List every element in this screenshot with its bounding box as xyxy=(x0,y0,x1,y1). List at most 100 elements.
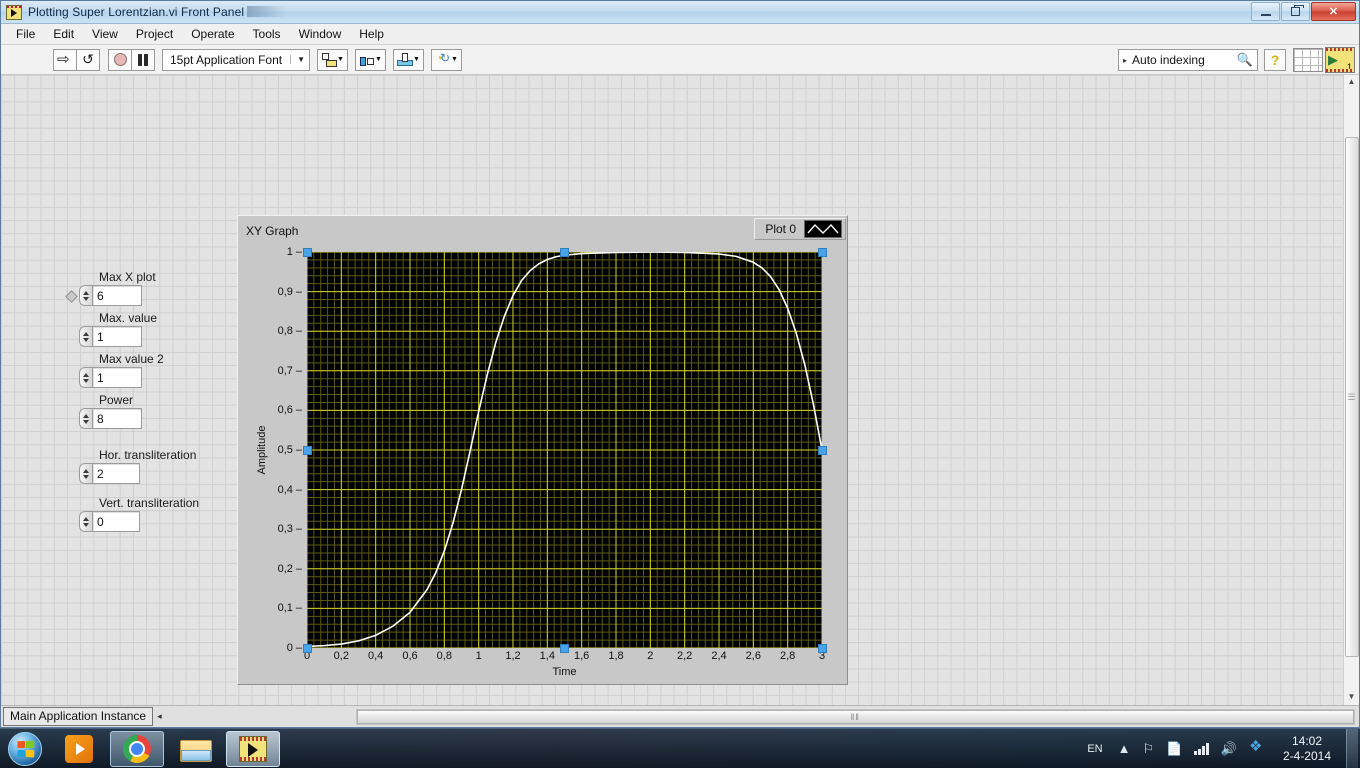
show-desktop-button[interactable] xyxy=(1346,728,1358,768)
scroll-down-icon[interactable]: ▼ xyxy=(1348,690,1356,703)
labview-vi-icon xyxy=(6,4,22,20)
menu-item-window[interactable]: Window xyxy=(290,25,351,43)
clock[interactable]: 14:02 2-4-2014 xyxy=(1276,734,1338,764)
action-center-icon[interactable]: 📄 xyxy=(1166,741,1182,757)
numeric-value-hor-transliteration[interactable]: 2 xyxy=(92,463,140,484)
selection-handle[interactable] xyxy=(302,445,312,455)
language-indicator[interactable]: EN xyxy=(1087,743,1102,755)
front-panel-canvas[interactable]: Max X plot 6 Max. value 1 Max value 2 1 … xyxy=(1,75,1359,705)
taskbar-item-google-chrome[interactable] xyxy=(110,730,164,767)
status-arrow-icon[interactable]: ◂ xyxy=(157,711,162,722)
scroll-up-icon[interactable]: ▲ xyxy=(1348,75,1356,88)
y-tick-label: 0,4– xyxy=(277,483,302,496)
plot-canvas xyxy=(307,252,822,648)
numeric-value-vert-transliteration[interactable]: 0 xyxy=(92,511,140,532)
run-continuously-button[interactable]: ↺ xyxy=(76,48,100,71)
minimize-button[interactable] xyxy=(1251,2,1280,21)
vi-glyph-icon: ▶ xyxy=(1328,52,1338,67)
menu-item-edit[interactable]: Edit xyxy=(44,25,83,43)
taskbar-item-windows-media-player[interactable] xyxy=(52,731,106,767)
align-objects-button[interactable]: ▼ xyxy=(317,48,348,71)
windows-start-orb[interactable] xyxy=(2,730,48,768)
numeric-value-max-x-plot[interactable]: 6 xyxy=(92,285,142,306)
chevron-down-icon: ▼ xyxy=(413,56,420,63)
restore-button[interactable] xyxy=(1281,2,1310,21)
reorder-objects-button[interactable]: ▼ xyxy=(431,48,462,71)
selection-handle[interactable] xyxy=(817,247,827,257)
numeric-value-max-value[interactable]: 1 xyxy=(92,326,142,347)
search-icon[interactable]: 🔍 xyxy=(1237,52,1253,68)
font-selector[interactable]: 15pt Application Font ▼ xyxy=(162,48,310,71)
menu-item-help[interactable]: Help xyxy=(350,25,393,43)
x-tick-label: 1,2 xyxy=(505,650,521,662)
menu-item-file[interactable]: File xyxy=(7,25,44,43)
scroll-grip-icon: ☰ xyxy=(1347,391,1356,402)
y-tick-label: 0,5– xyxy=(277,444,302,456)
menu-item-operate[interactable]: Operate xyxy=(182,25,243,43)
align-objects-icon xyxy=(321,52,338,67)
show-hidden-icons-icon[interactable]: ▲ xyxy=(1118,741,1131,756)
menu-item-project[interactable]: Project xyxy=(127,25,182,43)
y-axis-ticks: 0– 0,1– 0,2– 0,3– 0,4– 0,5– 0,6– 0,7– 0,8– 0,9– 1– xyxy=(238,246,302,654)
numeric-value-max-value-2[interactable]: 1 xyxy=(92,367,142,388)
resize-objects-icon xyxy=(397,52,414,67)
search-input[interactable]: ▸ Auto indexing 🔍 xyxy=(1118,49,1258,71)
chevron-down-icon[interactable]: ▼ xyxy=(290,55,305,64)
menu-item-view[interactable]: View xyxy=(83,25,127,43)
labview-front-panel-window: Plotting Super Lorentzian.vi Front Panel… xyxy=(0,0,1360,728)
taskbar-item-labview[interactable] xyxy=(226,730,280,767)
toolbar: ↺ 15pt Application Font ▼ ▼ ▼ ▼ ▼ xyxy=(1,45,1359,75)
panel-grid-icon[interactable] xyxy=(1293,48,1323,72)
panel-vertical-scrollbar[interactable]: ▲ ☰ ▼ xyxy=(1343,75,1359,705)
spinner-vert-transliteration[interactable] xyxy=(79,511,92,532)
spinner-max-x-plot[interactable] xyxy=(79,285,92,306)
y-tick-label: 0,2– xyxy=(277,562,302,575)
context-help-button[interactable]: ? xyxy=(1264,49,1286,71)
plot-line-sample-icon[interactable] xyxy=(804,220,842,238)
vi-connector-number: 1 xyxy=(1346,62,1352,72)
clock-time: 14:02 xyxy=(1291,733,1323,748)
pause-button[interactable] xyxy=(131,48,155,71)
menu-item-tools[interactable]: Tools xyxy=(244,25,290,43)
horizontal-scroll-thumb[interactable]: ‖‖ xyxy=(356,709,1354,724)
run-button[interactable] xyxy=(53,48,77,71)
application-instance-label[interactable]: Main Application Instance xyxy=(3,707,154,726)
spinner-power[interactable] xyxy=(79,408,92,429)
selection-handle[interactable] xyxy=(560,643,569,653)
close-button[interactable]: ✕ xyxy=(1311,2,1356,21)
panel-horizontal-scrollbar[interactable]: ‖‖ xyxy=(355,708,1355,725)
positioning-cursor-icon xyxy=(65,290,78,303)
abort-execution-button[interactable] xyxy=(108,48,132,71)
selection-handle[interactable] xyxy=(302,643,312,653)
xy-graph[interactable]: XY Graph Plot 0 Amplitude 0–0,1–0,2–0,3–… xyxy=(237,215,848,685)
distribute-objects-button[interactable]: ▼ xyxy=(355,48,386,71)
resize-objects-button[interactable]: ▼ xyxy=(393,48,424,71)
y-tick-label: 0,6– xyxy=(277,404,302,417)
numeric-value-power[interactable]: 8 xyxy=(92,408,142,429)
selection-handle[interactable] xyxy=(817,643,827,653)
selection-handle[interactable] xyxy=(302,247,312,257)
dropbox-icon[interactable] xyxy=(1249,737,1264,756)
taskbar-item-windows-explorer[interactable] xyxy=(168,731,222,767)
volume-icon[interactable]: 🔊 xyxy=(1221,741,1237,757)
chrome-icon xyxy=(123,734,151,763)
spinner-hor-transliteration[interactable] xyxy=(79,463,92,484)
spinner-max-value[interactable] xyxy=(79,326,92,347)
network-flag-icon[interactable]: ⚐ xyxy=(1142,741,1154,757)
window-titlebar[interactable]: Plotting Super Lorentzian.vi Front Panel… xyxy=(1,1,1359,24)
chevron-down-icon: ▼ xyxy=(451,56,458,63)
toolbar-right-group: ▸ Auto indexing 🔍 ? ▶ 1 xyxy=(1118,45,1359,75)
spinner-max-value-2[interactable] xyxy=(79,367,92,388)
signal-bars-icon[interactable] xyxy=(1194,742,1209,755)
menu-bar: File Edit View Project Operate Tools Win… xyxy=(1,24,1359,45)
selection-handle[interactable] xyxy=(817,445,827,455)
execution-controls-group xyxy=(108,48,155,71)
vertical-scroll-thumb[interactable]: ☰ xyxy=(1344,137,1359,657)
search-input-value: Auto indexing xyxy=(1132,53,1205,67)
vi-icon-pane[interactable]: ▶ 1 xyxy=(1325,47,1355,73)
y-tick-label: 0,3– xyxy=(277,523,302,536)
selection-handle[interactable] xyxy=(560,247,569,257)
plot-area[interactable] xyxy=(307,252,822,648)
plot-legend[interactable]: Plot 0 xyxy=(754,218,846,240)
folder-icon xyxy=(180,737,212,762)
